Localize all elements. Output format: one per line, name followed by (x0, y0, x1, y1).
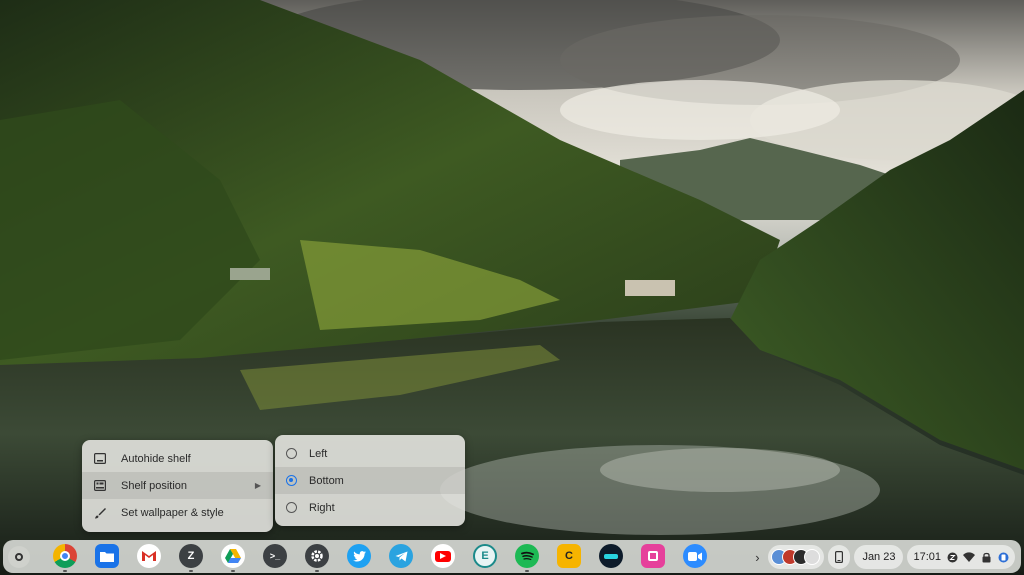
files-icon[interactable] (95, 544, 119, 568)
zoom-z-icon[interactable]: Z (179, 544, 203, 572)
menu-item-label: Shelf position (121, 479, 188, 492)
chrome-icon[interactable] (53, 544, 77, 572)
time-label: 17:01 (913, 551, 941, 563)
running-indicator (189, 570, 193, 572)
app-glyph: >_ (269, 551, 281, 561)
media-app-icon[interactable] (599, 544, 623, 568)
menu-item-set-wallpaper[interactable]: Set wallpaper & style (82, 499, 273, 526)
recent-items (771, 549, 821, 565)
notification-icon (946, 551, 958, 563)
running-indicator (525, 570, 529, 572)
terminal-icon[interactable]: >_ (263, 544, 287, 568)
launcher-icon (15, 552, 23, 561)
telegram-icon[interactable] (389, 544, 413, 568)
chevron-right-icon: ▶ (254, 481, 261, 490)
settings-icon[interactable] (305, 544, 329, 572)
option-label: Left (309, 447, 328, 460)
option-label: Bottom (309, 474, 344, 487)
battery-icon (997, 551, 1009, 563)
app-glyph: C (565, 550, 573, 562)
shelf-context-menu: Autohide shelf Shelf position ▶ Set wall… (82, 440, 273, 532)
shelf-position-option-right[interactable]: Right (275, 494, 465, 521)
menu-item-label: Set wallpaper & style (121, 506, 224, 519)
radio-button[interactable] (286, 502, 297, 513)
holding-space-tray[interactable] (768, 545, 825, 569)
running-indicator (315, 570, 319, 572)
chevron-right-icon[interactable]: › (750, 546, 764, 568)
autohide-shelf-icon (93, 452, 107, 466)
menu-item-label: Autohide shelf (121, 452, 191, 465)
status-area: › Jan 23 17:01 (750, 544, 1015, 570)
radio-button[interactable] (286, 448, 297, 459)
lock-icon (980, 551, 992, 563)
thumbnail-icon (804, 549, 821, 565)
launcher-button[interactable] (8, 545, 30, 568)
google-drive-icon[interactable] (221, 544, 245, 572)
option-label: Right (309, 501, 335, 514)
youtube-icon[interactable] (431, 544, 455, 568)
phone-hub-button[interactable] (828, 545, 851, 569)
running-indicator (231, 570, 235, 572)
date-tray[interactable]: Jan 23 (854, 545, 904, 569)
radio-button-selected[interactable] (286, 475, 297, 486)
c-app-icon[interactable]: C (557, 544, 581, 568)
menu-item-autohide-shelf[interactable]: Autohide shelf (82, 445, 273, 472)
wifi-icon (963, 551, 975, 563)
spotify-icon[interactable] (515, 544, 539, 572)
app-glyph: E (481, 550, 489, 562)
zoom-video-icon[interactable] (683, 544, 707, 568)
phone-icon (835, 551, 844, 563)
menu-item-shelf-position[interactable]: Shelf position ▶ (82, 472, 273, 499)
gmail-icon[interactable] (137, 544, 161, 568)
shelf-position-icon (93, 479, 107, 493)
system-tray[interactable]: 17:01 (907, 545, 1015, 569)
shelf-position-option-left[interactable]: Left (275, 440, 465, 467)
app-glyph: Z (187, 550, 195, 562)
evernote-icon[interactable]: E (473, 544, 497, 568)
shelf: Z >_ E C › Jan 23 17:01 (3, 540, 1021, 573)
shelf-position-option-bottom[interactable]: Bottom (275, 467, 465, 494)
paintbrush-icon (93, 506, 107, 520)
shelf-position-submenu: Left Bottom Right (275, 435, 465, 526)
running-indicator (63, 570, 67, 572)
date-label: Jan 23 (862, 551, 896, 563)
twitter-icon[interactable] (347, 544, 371, 568)
pink-app-icon[interactable] (641, 544, 665, 568)
